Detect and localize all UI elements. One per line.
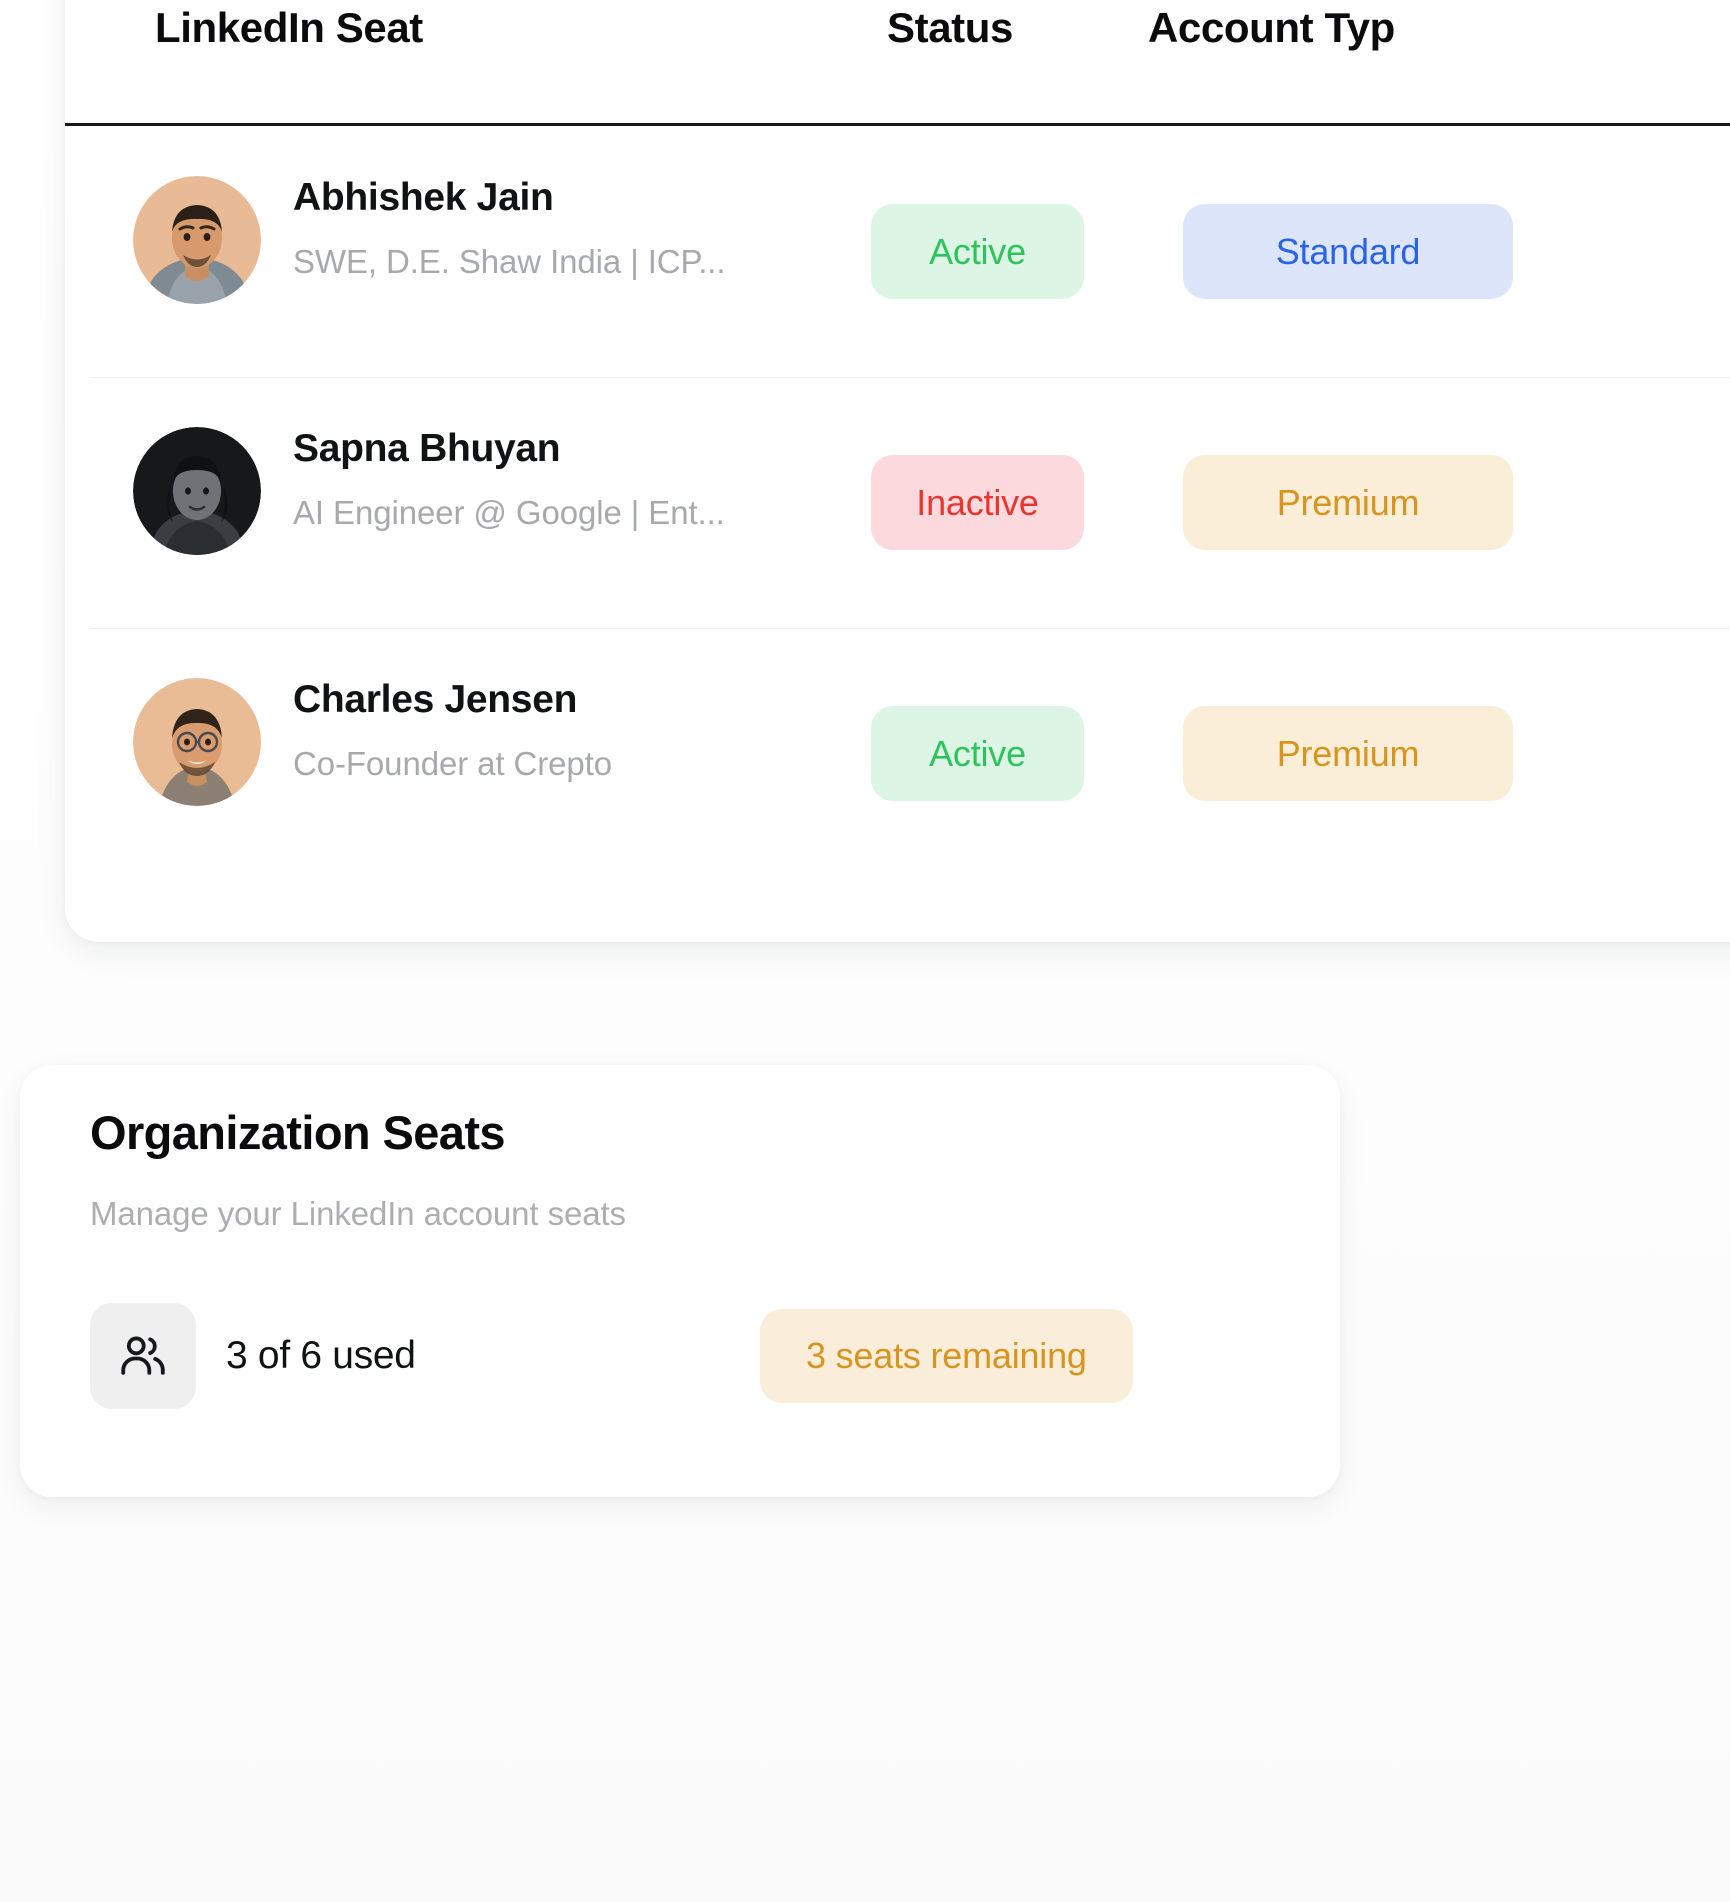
users-icon — [90, 1303, 196, 1409]
table-header-row: LinkedIn Seat Status Account Typ — [65, 0, 1730, 123]
person-headline: SWE, D.E. Shaw India | ICP... — [293, 243, 726, 280]
person-name: Sapna Bhuyan — [293, 427, 561, 470]
account-type-badge[interactable]: Premium — [1183, 455, 1513, 550]
person-info: Charles Jensen Co-Founder at Crepto — [293, 673, 873, 786]
linkedin-seat-table-card: LinkedIn Seat Status Account Typ Abhishe… — [65, 0, 1730, 942]
avatar — [133, 176, 261, 304]
column-header-linkedin-seat: LinkedIn Seat — [155, 4, 423, 51]
person-name: Charles Jensen — [293, 678, 578, 721]
organization-seats-card: Organization Seats Manage your LinkedIn … — [20, 1065, 1340, 1497]
seats-remaining-badge[interactable]: 3 seats remaining — [760, 1309, 1133, 1403]
person-headline: AI Engineer @ Google | Ent... — [293, 494, 725, 531]
page-root: LinkedIn Seat Status Account Typ Abhishe… — [0, 0, 1730, 1902]
organization-seats-subtitle: Manage your LinkedIn account seats — [90, 1195, 626, 1232]
status-badge[interactable]: Active — [871, 204, 1084, 299]
person-info: Abhishek Jain SWE, D.E. Shaw India | ICP… — [293, 171, 873, 284]
table-body: Abhishek Jain SWE, D.E. Shaw India | ICP… — [65, 126, 1730, 879]
organization-seats-title: Organization Seats — [90, 1106, 506, 1159]
person-headline: Co-Founder at Crepto — [293, 745, 612, 782]
table-row[interactable]: Sapna Bhuyan AI Engineer @ Google | Ent.… — [65, 377, 1730, 628]
column-header-account-type: Account Typ — [1148, 4, 1395, 51]
account-type-badge[interactable]: Standard — [1183, 204, 1513, 299]
seat-usage-text: 3 of 6 used — [226, 1334, 416, 1377]
account-type-badge[interactable]: Premium — [1183, 706, 1513, 801]
avatar — [133, 427, 261, 555]
table-row[interactable]: Abhishek Jain SWE, D.E. Shaw India | ICP… — [65, 126, 1730, 377]
person-info: Sapna Bhuyan AI Engineer @ Google | Ent.… — [293, 422, 873, 535]
person-name: Abhishek Jain — [293, 176, 554, 219]
avatar — [133, 678, 261, 806]
status-badge[interactable]: Inactive — [871, 455, 1084, 550]
table-row[interactable]: Charles Jensen Co-Founder at Crepto Acti… — [65, 628, 1730, 879]
column-header-status: Status — [887, 4, 1013, 51]
status-badge[interactable]: Active — [871, 706, 1084, 801]
seat-usage: 3 of 6 used — [90, 1303, 416, 1409]
